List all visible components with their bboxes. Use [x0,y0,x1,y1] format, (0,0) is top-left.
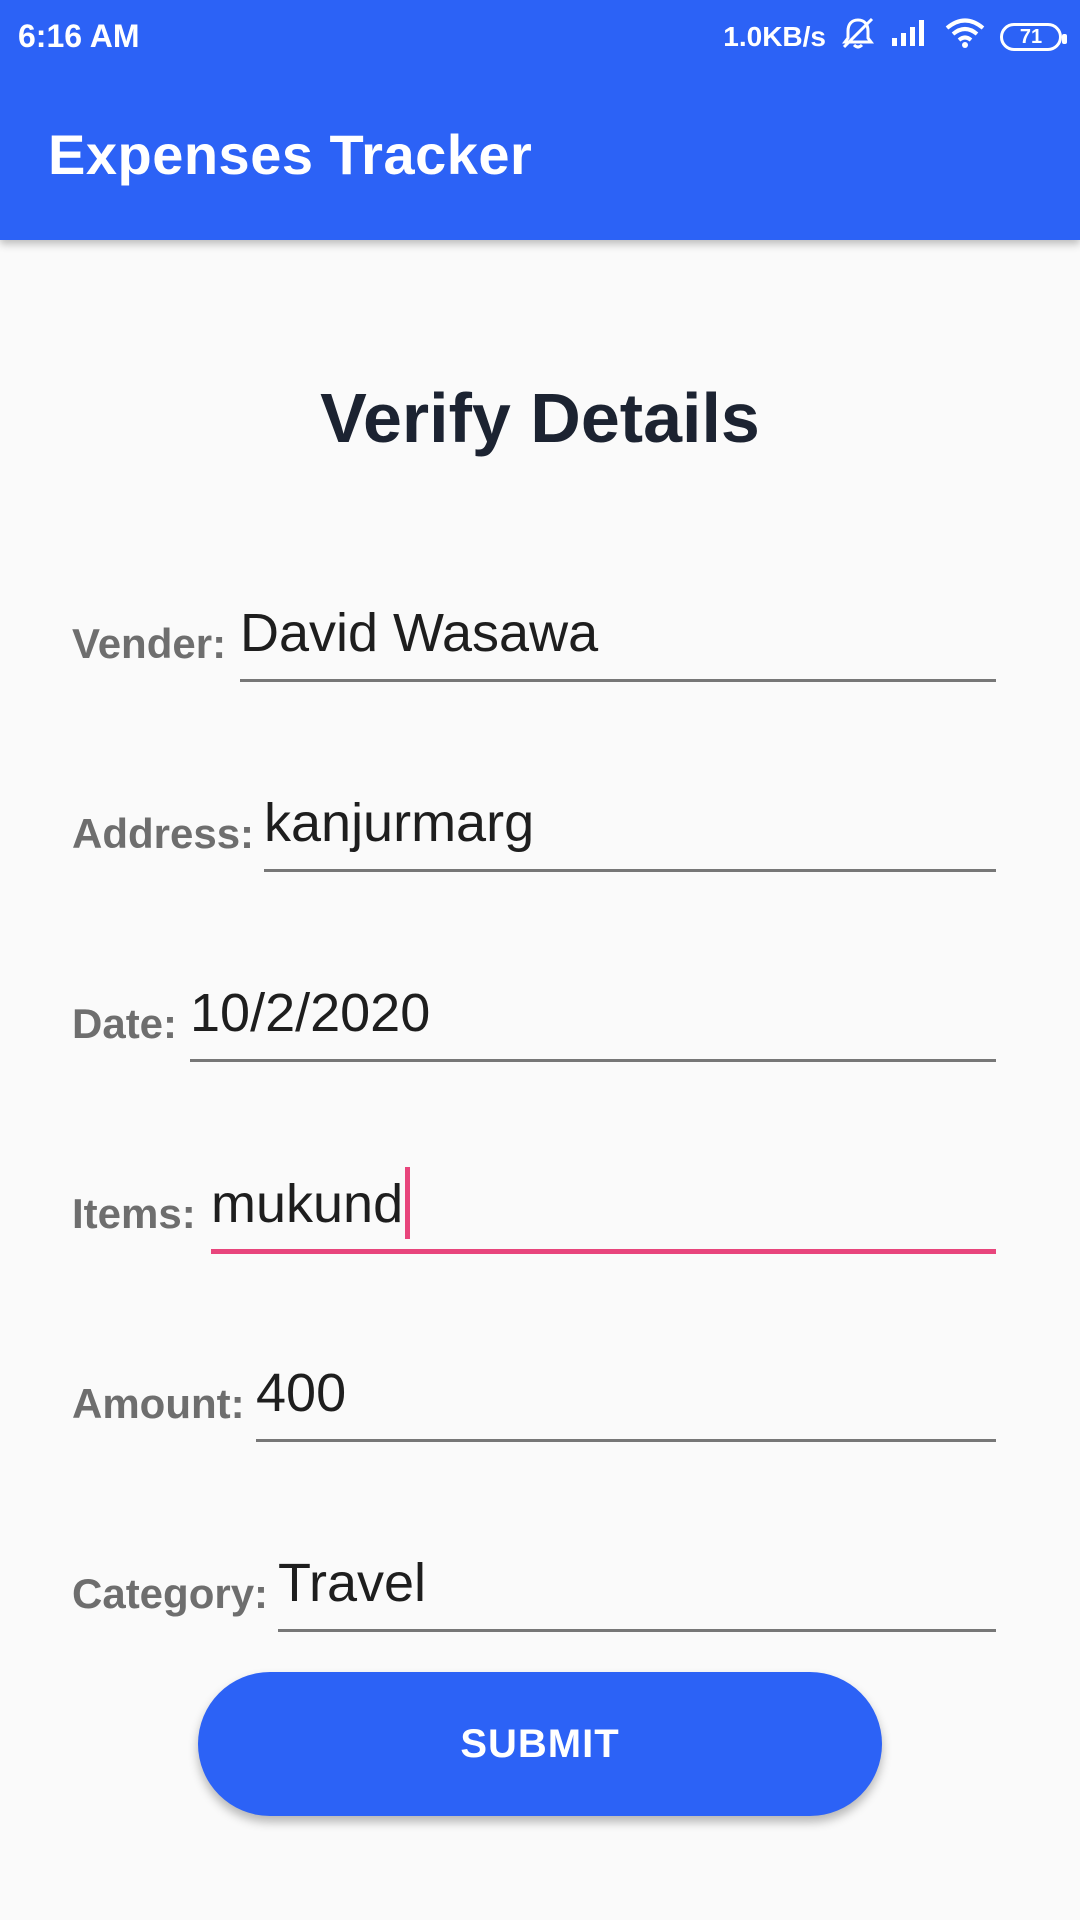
signal-icon [890,18,930,56]
address-label: Address: [72,810,255,857]
app-bar: 6:16 AM 1.0KB/s 71 Expenses Tracker [0,0,1080,240]
submit-button[interactable]: SUBMIT [198,1672,882,1816]
date-row: Date: [72,972,996,1062]
app-title: Expenses Tracker [48,123,533,186]
vendor-label: Vender: [72,620,227,667]
category-input[interactable] [278,1542,996,1629]
items-field-container [211,1164,996,1254]
network-speed: 1.0KB/s [723,21,826,52]
items-row: Items: [72,1164,996,1254]
battery-icon: 71 [1000,23,1067,51]
address-row: Address: [72,782,996,872]
vendor-input[interactable] [240,592,996,679]
category-row: Category: [72,1542,996,1632]
amount-input[interactable] [256,1352,996,1439]
amount-row: Amount: [72,1352,996,1442]
category-field-container [278,1542,996,1632]
amount-field-container [256,1352,996,1442]
status-indicators: 1.0KB/s 71 [723,16,1067,58]
date-field-container [190,972,996,1062]
category-label: Category: [72,1570,269,1617]
items-input[interactable] [211,1164,996,1249]
battery-level: 71 [1019,25,1043,48]
address-field-container [264,782,996,872]
status-bar: 6:16 AM 1.0KB/s 71 [0,0,1080,72]
date-input[interactable] [190,972,996,1059]
status-time: 6:16 AM [18,18,140,54]
page-title: Verify Details [320,379,760,457]
text-cursor [405,1167,410,1239]
amount-label: Amount: [72,1380,245,1427]
vendor-field-container [240,592,996,682]
items-label: Items: [72,1190,196,1237]
address-input[interactable] [264,782,996,869]
date-label: Date: [72,1000,178,1047]
vendor-row: Vender: [72,592,996,682]
wifi-icon [944,17,986,57]
bell-off-icon [840,16,876,58]
